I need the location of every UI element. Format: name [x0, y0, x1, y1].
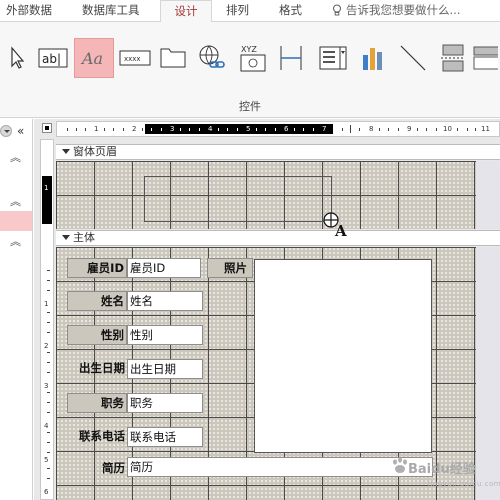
paw-logo-icon [393, 457, 407, 473]
photo-label[interactable]: 照片 [207, 258, 253, 278]
chevron-up-icon[interactable]: ︽ [10, 196, 21, 207]
ruler-number: 4 [44, 422, 49, 430]
horizontal-ruler: 1 2 3 4 5 6 7 8 9 10 11 [56, 121, 500, 137]
ruler-number: 2 [132, 125, 137, 133]
watermark-subtext: jingyan.baidu.com [428, 480, 500, 488]
option-group-control-icon[interactable] [316, 38, 350, 78]
svg-text:xxxx: xxxx [124, 55, 141, 63]
ruler-number: 11 [481, 125, 490, 133]
textbox-control-icon[interactable]: ab| [36, 38, 70, 78]
controls-group-label: 控件 [239, 100, 261, 113]
field-textbox-position[interactable]: 职务 [127, 393, 203, 413]
field-textbox-phone[interactable]: 联系电话 [127, 427, 203, 447]
tab-format[interactable]: 格式 [279, 0, 302, 22]
svg-text:XYZ: XYZ [241, 45, 257, 54]
web-browser-control-icon[interactable]: XYZ [236, 38, 270, 78]
select-pointer-icon[interactable] [0, 38, 34, 78]
ruler-number: 4 [208, 125, 213, 133]
ruler-number: 3 [170, 125, 175, 133]
label-control-icon[interactable]: Aa [74, 38, 114, 78]
line-control-icon[interactable] [396, 38, 430, 78]
svg-text:ab|: ab| [42, 52, 61, 66]
nav-expand-icon[interactable]: « [17, 124, 24, 138]
tab-database-tools[interactable]: 数据库工具 [82, 0, 140, 22]
ruler-number: 6 [44, 488, 49, 496]
field-textbox-birth-date[interactable]: 出生日期 [127, 359, 203, 379]
navigation-control-icon[interactable] [274, 38, 308, 78]
form-header-band-bar[interactable]: 窗体页眉 [56, 144, 500, 160]
baidu-watermark: Baidu经验 jingyan.baidu.com [384, 444, 500, 500]
detail-label: 主体 [73, 231, 95, 244]
tab-external-data[interactable]: 外部数据 [6, 0, 52, 22]
tell-me-box[interactable]: 告诉我您想要做什么... [332, 0, 460, 22]
svg-text:Aa: Aa [80, 49, 103, 68]
button-control-icon[interactable]: xxxx [116, 38, 154, 78]
ruler-number: 2 [44, 342, 49, 350]
field-textbox-employee-id[interactable]: 雇员ID [127, 258, 201, 278]
tell-me-text: 告诉我您想要做什么... [346, 3, 461, 17]
ruler-number: 8 [369, 125, 374, 133]
tab-design[interactable]: 设计 [160, 0, 212, 23]
field-label-employee-id[interactable]: 雇员ID [67, 258, 127, 278]
watermark-text: Baidu经验 [408, 462, 476, 477]
field-label-name[interactable]: 姓名 [67, 291, 127, 311]
vertical-ruler: 1 1 2 3 4 5 6 [40, 139, 54, 500]
form-header-right-area [476, 161, 500, 229]
chart-control-icon[interactable] [356, 38, 390, 78]
ruler-number: 5 [246, 125, 251, 133]
ruler-number: 5 [44, 456, 49, 464]
field-label-gender[interactable]: 性别 [67, 325, 127, 345]
ruler-number: 1 [44, 184, 49, 192]
detail-band-bar[interactable]: 主体 [56, 230, 500, 246]
tab-arrange[interactable]: 排列 [226, 0, 249, 22]
ruler-number: 1 [44, 300, 49, 308]
band-collapse-icon [62, 235, 70, 240]
tab-control-icon[interactable] [156, 38, 190, 78]
ruler-number: 10 [443, 125, 452, 133]
ruler-number: 1 [94, 125, 99, 133]
hyperlink-control-icon[interactable] [194, 38, 228, 78]
ruler-number: 3 [44, 382, 49, 390]
ribbon-tab-bar: 外部数据 数据库工具 设计 排列 格式 告诉我您想要做什么... [0, 0, 500, 23]
form-header-label: 窗体页眉 [73, 145, 117, 158]
ruler-number: 7 [322, 125, 327, 133]
lightbulb-icon [332, 4, 342, 16]
chevron-up-icon[interactable]: ︽ [10, 236, 21, 247]
nav-collapse-button[interactable] [0, 125, 12, 137]
nav-selected-item[interactable] [0, 211, 32, 231]
chevron-up-icon[interactable]: ︽ [10, 152, 21, 163]
ribbon-controls-panel: ab| Aa xxxx XYZ 控件 [0, 22, 500, 118]
form-selector[interactable] [42, 123, 52, 133]
field-label-position[interactable]: 职务 [67, 393, 127, 413]
ruler-number: 9 [407, 125, 412, 133]
cursor-letter: A [334, 222, 347, 240]
page-break-control-icon[interactable] [436, 38, 470, 78]
field-textbox-name[interactable]: 姓名 [127, 291, 203, 311]
field-label-birth-date[interactable]: 出生日期 [67, 359, 127, 379]
subform-control-icon[interactable] [472, 38, 500, 78]
label-tool-cursor-icon: A [320, 210, 350, 240]
field-label-resume[interactable]: 简历 [67, 459, 127, 479]
photo-frame[interactable] [254, 259, 432, 453]
navigation-pane-collapsed: « ︽ ︽ ︽ [0, 119, 33, 500]
ruler-number: 6 [284, 125, 289, 133]
band-collapse-icon [62, 149, 70, 154]
drawing-selection-rectangle [144, 176, 332, 222]
field-textbox-gender[interactable]: 性别 [127, 325, 203, 345]
field-label-phone[interactable]: 联系电话 [67, 427, 127, 447]
